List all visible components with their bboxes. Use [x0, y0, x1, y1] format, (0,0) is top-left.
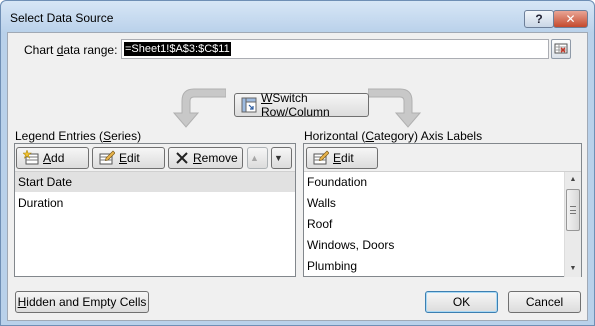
axis-labels-scrollbar[interactable]: ▲ ▼: [564, 172, 581, 277]
axis-list-item[interactable]: Plumbing: [304, 256, 563, 276]
add-series-label: Add: [43, 151, 65, 165]
scroll-up-arrow-icon[interactable]: ▲: [565, 172, 581, 188]
edit-series-icon: [99, 150, 115, 165]
switch-row-column-icon: [241, 97, 257, 113]
dialog-title: Select Data Source: [10, 11, 114, 25]
move-up-icon: ▲: [250, 153, 259, 163]
axis-labels-panel: Edit Foundation Walls Roof Windows, Doors Pl…: [303, 143, 582, 277]
hidden-and-empty-cells-button[interactable]: Hidden and Empty Cells: [15, 291, 149, 313]
add-series-button[interactable]: Add: [16, 147, 89, 169]
grip-icon: [570, 206, 576, 214]
close-button[interactable]: ✕: [553, 10, 588, 28]
move-down-icon: ▼: [274, 153, 283, 163]
dialog-window: Select Data Source ? ✕ Chart data range:…: [0, 0, 595, 326]
chart-data-range-label: Chart data range:: [24, 43, 118, 57]
legend-list-item[interactable]: Start Date: [15, 172, 295, 192]
legend-toolbar: Add Edit Remove ▲ ▼: [15, 144, 295, 172]
arrow-down-right-icon: [368, 88, 422, 128]
range-select-icon: [554, 43, 568, 54]
axis-labels-list: Foundation Walls Roof Windows, Doors Plumbin…: [304, 172, 563, 277]
legend-entries-panel: Add Edit Remove ▲ ▼ Start Date Duration: [14, 143, 296, 277]
edit-series-label: Edit: [119, 151, 140, 165]
edit-axis-icon: [313, 150, 329, 165]
axis-labels-label: Horizontal (Category) Axis Labels: [304, 129, 483, 143]
axis-list-item[interactable]: Windows, Doors: [304, 235, 563, 255]
axis-list-item[interactable]: Walls: [304, 193, 563, 213]
axis-toolbar: Edit: [304, 144, 581, 172]
move-up-button[interactable]: ▲: [247, 147, 268, 169]
cancel-button[interactable]: Cancel: [508, 291, 581, 313]
collapse-dialog-button[interactable]: [551, 39, 571, 59]
edit-axis-labels-button[interactable]: Edit: [306, 147, 378, 169]
switch-row-column-button[interactable]: WSwitch Row/Column: [234, 91, 369, 119]
remove-series-button[interactable]: Remove: [168, 147, 243, 169]
switch-row-column-label: WSwitch Row/Column: [261, 91, 330, 119]
move-down-button[interactable]: ▼: [271, 147, 292, 169]
axis-list-item[interactable]: Foundation: [304, 172, 563, 192]
scroll-down-arrow-icon[interactable]: ▼: [565, 261, 581, 277]
legend-entries-label: Legend Entries (Series): [15, 129, 142, 143]
help-button[interactable]: ?: [524, 10, 554, 28]
axis-list-item[interactable]: Roof: [304, 214, 563, 234]
remove-x-icon: [176, 152, 188, 164]
legend-entries-list: Start Date Duration: [15, 172, 295, 277]
edit-axis-labels-label: Edit: [333, 151, 354, 165]
add-series-icon: [23, 150, 39, 165]
chart-data-range-input[interactable]: =Sheet1!$A$3:$C$11: [121, 39, 549, 59]
chart-data-range-value: =Sheet1!$A$3:$C$11: [124, 42, 231, 56]
edit-series-button[interactable]: Edit: [92, 147, 165, 169]
scroll-thumb[interactable]: [566, 189, 580, 231]
legend-list-item[interactable]: Duration: [15, 193, 295, 213]
remove-series-label: Remove: [193, 151, 238, 165]
title-bar[interactable]: Select Data Source ? ✕: [1, 1, 594, 33]
dialog-body: Chart data range: =Sheet1!$A$3:$C$11 WSw…: [7, 32, 588, 321]
ok-button[interactable]: OK: [425, 291, 498, 313]
arrow-down-left-icon: [172, 88, 226, 128]
